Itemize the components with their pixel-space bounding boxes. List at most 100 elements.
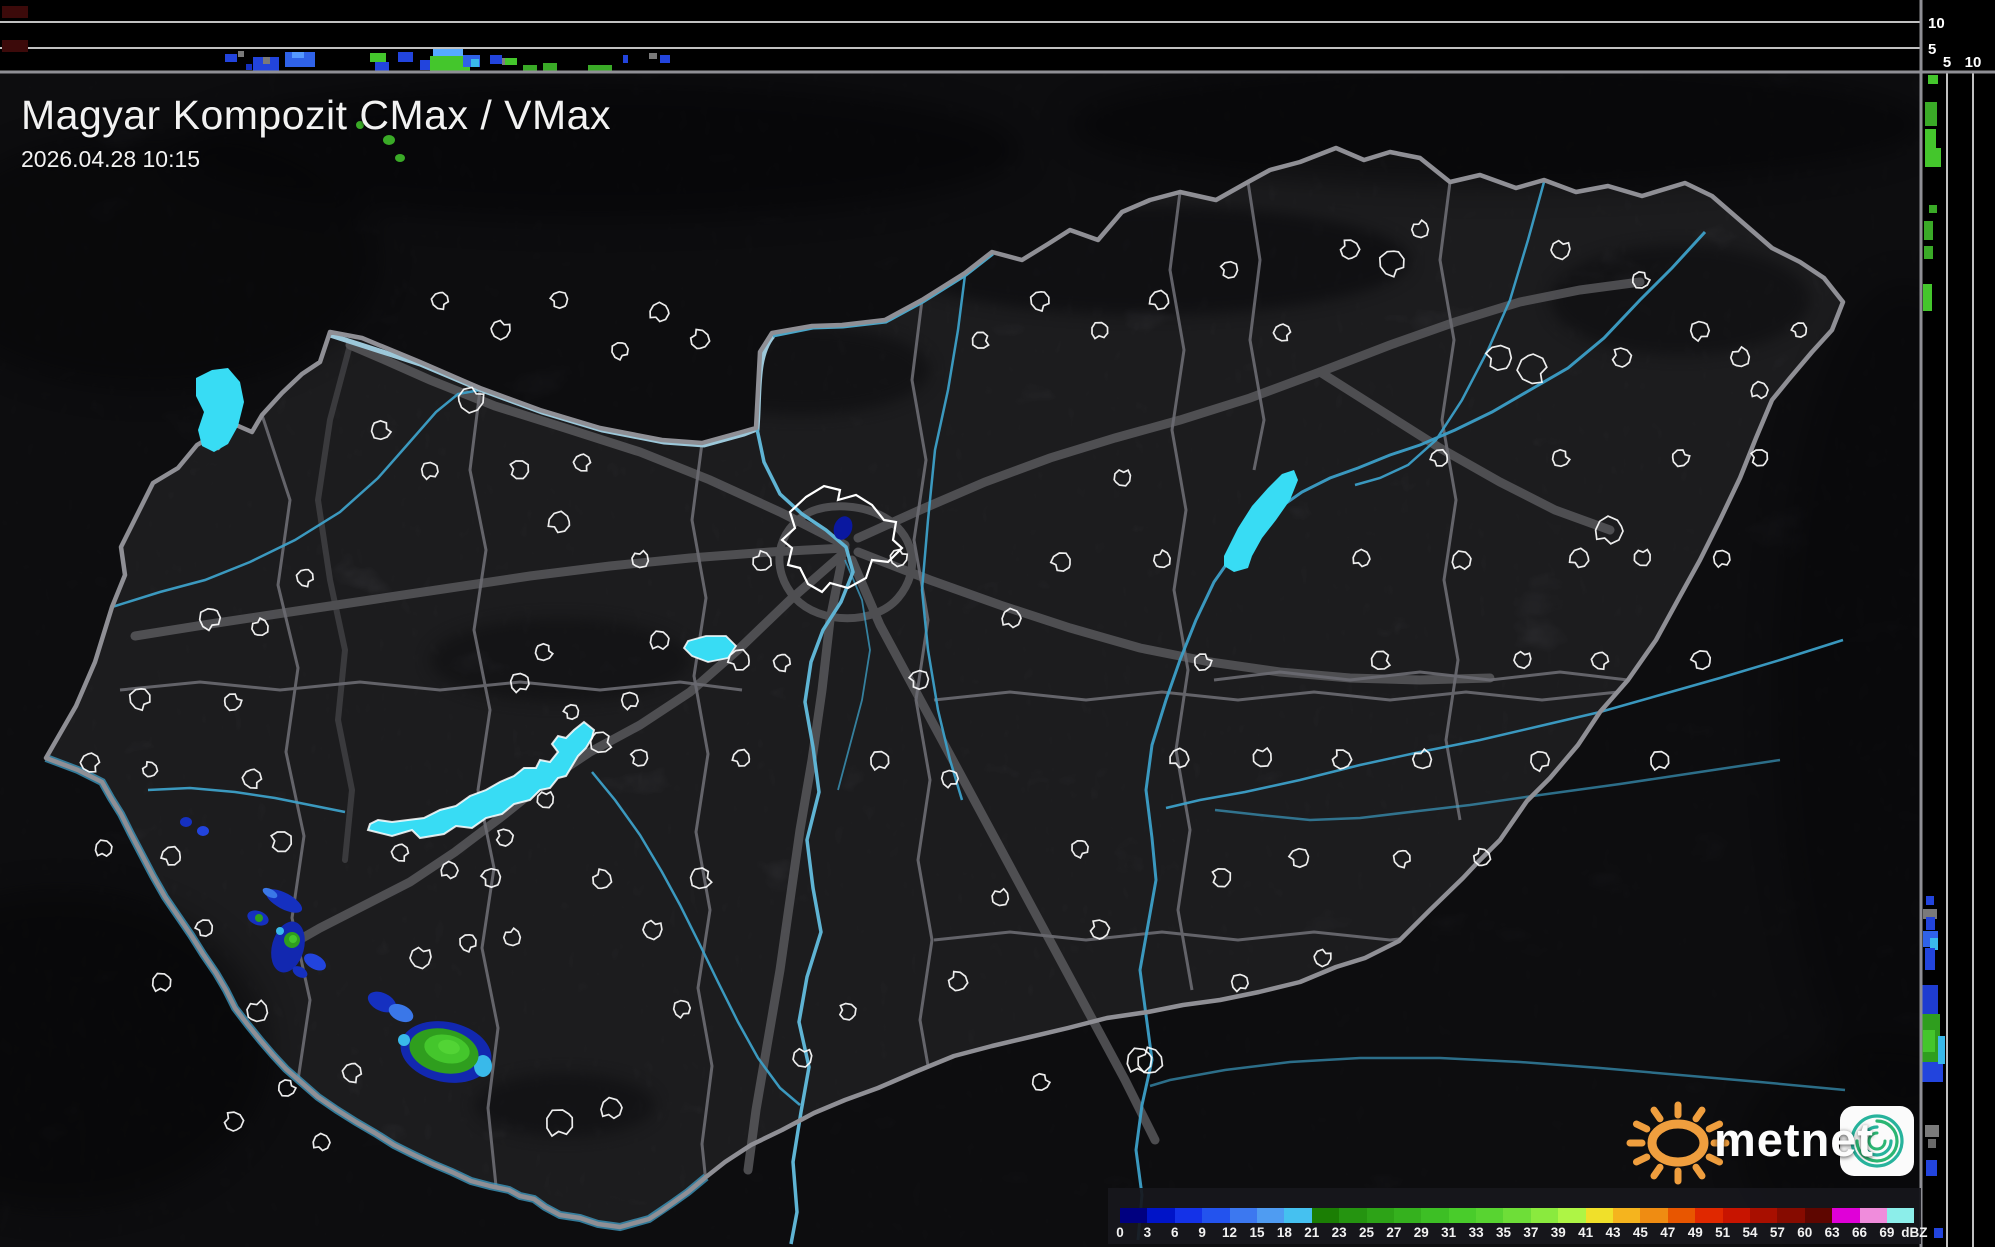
legend-chip: 12 — [1222, 1208, 1257, 1240]
legend-value: 35 — [1495, 1225, 1511, 1240]
top-profile-echo — [370, 53, 386, 62]
legend-chip: 57 — [1770, 1208, 1805, 1240]
top-profile-echo — [2, 40, 28, 52]
legend-chip: 29 — [1414, 1208, 1449, 1240]
legend-value: 15 — [1249, 1225, 1265, 1240]
legend-chip: 39 — [1551, 1208, 1586, 1240]
legend-value: 47 — [1660, 1225, 1676, 1240]
legend-value: 45 — [1632, 1225, 1648, 1240]
legend-chip: 25 — [1359, 1208, 1394, 1240]
right-profile-echo — [1925, 148, 1941, 167]
right-profile-echo — [1928, 75, 1938, 84]
dbz-color-scale: 0 3 6 9 12 15 18 21 23 25 27 29 31 33 35 37 39 41 43 45 47 49… — [1116, 1208, 1927, 1240]
legend-value: 21 — [1304, 1225, 1320, 1240]
right-profile-echo — [1922, 985, 1938, 1015]
top-profile-axis-label-10: 10 — [1928, 15, 1945, 32]
legend-value: 23 — [1331, 1225, 1347, 1240]
right-profile-echo — [1923, 1030, 1935, 1052]
radar-echo — [398, 1034, 410, 1046]
right-profile-echo — [1924, 221, 1933, 240]
legend-chip: 63 — [1825, 1208, 1860, 1240]
legend-value: 69 — [1879, 1225, 1895, 1240]
legend-chip: 27 — [1386, 1208, 1422, 1240]
radar-echo — [255, 914, 263, 922]
legend-chip: 9 — [1198, 1208, 1230, 1240]
radar-map: 10 5 5 10 — [0, 0, 1995, 1247]
right-profile-echo — [1925, 102, 1937, 126]
legend-chip: 21 — [1304, 1208, 1340, 1240]
legend-chip: 49 — [1688, 1208, 1723, 1240]
legend-value: 3 — [1143, 1225, 1152, 1240]
legend-chip: 35 — [1496, 1208, 1531, 1240]
legend-value: 12 — [1222, 1225, 1238, 1240]
legend-value: 18 — [1276, 1225, 1292, 1240]
top-profile-echo — [490, 55, 502, 64]
right-profile-axis-label-5: 5 — [1943, 54, 1951, 71]
radar-echo — [289, 935, 297, 943]
legend-chip: 45 — [1633, 1208, 1668, 1240]
top-profile-echo — [505, 58, 517, 65]
right-profile-echo — [1925, 1125, 1939, 1137]
legend-value: 66 — [1852, 1225, 1868, 1240]
metnet-logo: metnet — [1632, 1096, 1922, 1180]
right-profile-echo — [1926, 917, 1935, 930]
legend-chip: 31 — [1441, 1208, 1477, 1240]
top-profile-echo — [660, 55, 670, 63]
legend-value: 39 — [1550, 1225, 1566, 1240]
dbz-legend: 0 3 6 9 12 15 18 21 23 25 27 29 31 33 35 37 39 41 43 45 47 49… — [1108, 1188, 1927, 1244]
right-profile-echo — [1938, 1036, 1945, 1064]
legend-value: 60 — [1797, 1225, 1813, 1240]
legend-chip: 18 — [1277, 1208, 1312, 1240]
radar-echo — [180, 817, 192, 827]
legend-value: 6 — [1171, 1225, 1179, 1240]
right-profile-strip — [1921, 0, 1995, 1247]
top-profile-echo — [433, 49, 463, 56]
radar-composite-page: { "header": { "title": "Magyar Kompozit … — [0, 0, 1995, 1247]
timestamp: 2026.04.28 10:15 — [21, 146, 201, 172]
legend-chip: 47 — [1660, 1208, 1696, 1240]
legend-chip: 23 — [1332, 1208, 1367, 1240]
radar-echo — [395, 154, 405, 162]
page-title: Magyar Kompozit CMax / VMax — [21, 92, 611, 138]
radar-echo — [276, 927, 284, 935]
legend-chip: 69 — [1879, 1208, 1915, 1240]
legend-chip: 3 — [1144, 1208, 1175, 1240]
top-profile-echo — [292, 52, 304, 58]
top-profile-echo — [2, 6, 28, 18]
legend-value: 0 — [1116, 1225, 1124, 1240]
legend-value: 41 — [1578, 1225, 1594, 1240]
right-profile-axis-label-10: 10 — [1965, 54, 1982, 71]
right-profile-echo — [1925, 948, 1935, 970]
right-profile-echo — [1925, 129, 1936, 149]
legend-unit: dBZ — [1901, 1225, 1928, 1240]
legend-value: 27 — [1386, 1225, 1402, 1240]
top-profile-echo — [543, 63, 557, 71]
top-profile-strip — [0, 0, 1921, 72]
legend-value: 63 — [1824, 1225, 1840, 1240]
top-profile-echo — [398, 52, 413, 62]
right-profile-echo — [1928, 1139, 1936, 1148]
legend-value: 43 — [1605, 1225, 1621, 1240]
top-profile-echo — [649, 53, 657, 59]
legend-value: 54 — [1742, 1225, 1758, 1240]
legend-chip: 33 — [1469, 1208, 1504, 1240]
right-profile-echo — [1926, 896, 1934, 905]
top-profile-echo — [263, 57, 270, 64]
top-profile-echo — [225, 54, 237, 62]
top-profile-echo — [471, 59, 479, 67]
legend-value: 37 — [1523, 1225, 1539, 1240]
legend-value: 9 — [1198, 1225, 1206, 1240]
legend-chip: 51 — [1715, 1208, 1750, 1240]
legend-value: 49 — [1687, 1225, 1703, 1240]
right-profile-echo — [1934, 1228, 1943, 1238]
legend-value: 25 — [1359, 1225, 1375, 1240]
legend-value: 31 — [1441, 1225, 1457, 1240]
legend-chip: 0 — [1116, 1208, 1148, 1240]
legend-chip: 41 — [1578, 1208, 1614, 1240]
legend-chip: 60 — [1797, 1208, 1833, 1240]
legend-chip: 43 — [1606, 1208, 1641, 1240]
legend-value: 51 — [1715, 1225, 1731, 1240]
legend-chip: 15 — [1249, 1208, 1285, 1240]
metnet-wordmark: metnet — [1714, 1113, 1875, 1166]
top-profile-echo — [623, 55, 628, 63]
